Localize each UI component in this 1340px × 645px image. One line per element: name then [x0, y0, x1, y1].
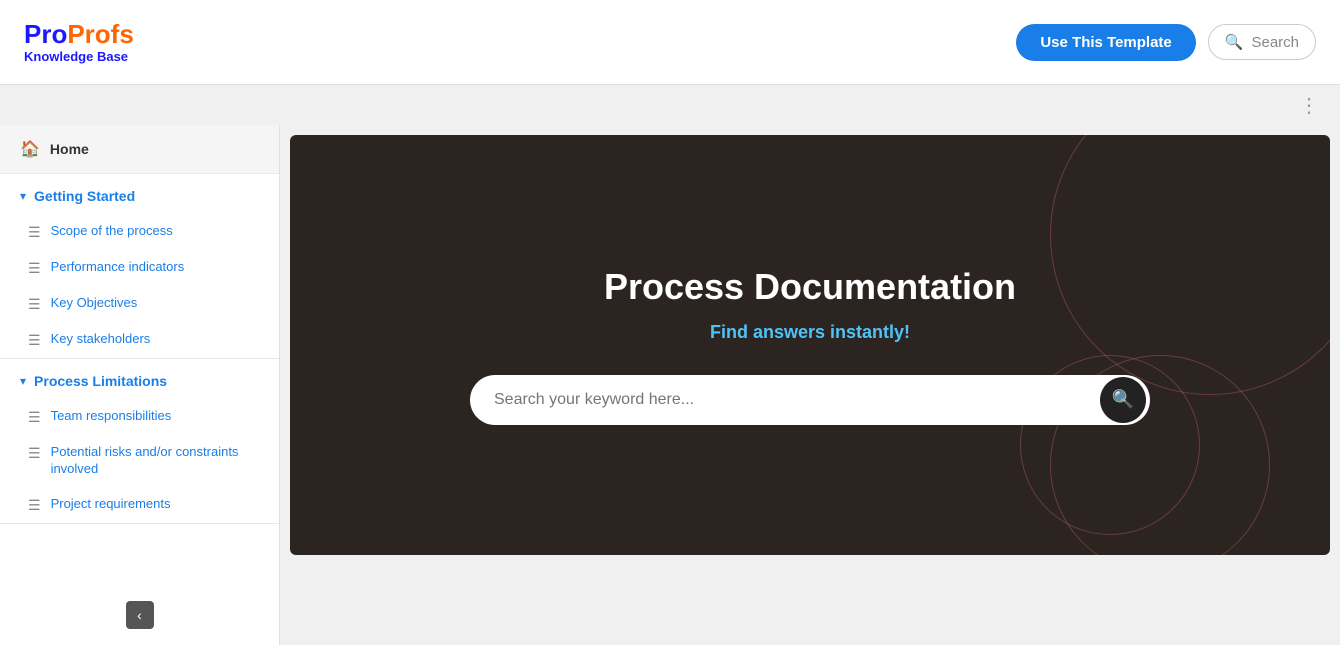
doc-icon: ☰ — [28, 445, 41, 462]
header-search-box[interactable]: 🔍 Search — [1208, 24, 1316, 60]
hero-search-container: 🔍 — [470, 375, 1150, 425]
hero-title: Process Documentation — [604, 266, 1016, 308]
sidebar-section-getting-started-header[interactable]: ▾ Getting Started — [0, 174, 279, 214]
logo: ProProfs Knowledge Base — [24, 20, 134, 65]
doc-icon: ☰ — [28, 332, 41, 349]
decorative-circle-1 — [1050, 135, 1330, 395]
sidebar-item-scope[interactable]: ☰ Scope of the process — [0, 214, 279, 250]
doc-icon: ☰ — [28, 260, 41, 277]
sidebar-item-performance[interactable]: ☰ Performance indicators — [0, 250, 279, 286]
sidebar-section-process-limitations-header[interactable]: ▾ Process Limitations — [0, 359, 279, 399]
doc-icon: ☰ — [28, 497, 41, 514]
sidebar-section-getting-started: ▾ Getting Started ☰ Scope of the process… — [0, 174, 279, 359]
hero-search-button[interactable]: 🔍 — [1100, 377, 1146, 423]
dots-icon: ⋮ — [1299, 93, 1320, 118]
sidebar-item-label-objectives: Key Objectives — [51, 295, 138, 312]
header: ProProfs Knowledge Base Use This Templat… — [0, 0, 1340, 85]
sidebar-item-label-scope: Scope of the process — [51, 223, 173, 240]
logo-pro-text: Pro — [24, 19, 67, 49]
sidebar-section-title-getting-started: Getting Started — [34, 188, 135, 204]
search-label: Search — [1251, 34, 1299, 51]
sidebar-item-home[interactable]: 🏠 Home — [0, 125, 279, 174]
search-icon: 🔍 — [1112, 389, 1134, 410]
search-icon: 🔍 — [1225, 33, 1244, 51]
header-actions: Use This Template 🔍 Search — [1016, 24, 1316, 61]
hero-search-input[interactable] — [470, 375, 1100, 425]
sidebar: 🏠 Home ▾ Getting Started ☰ Scope of the … — [0, 125, 280, 645]
doc-icon: ☰ — [28, 224, 41, 241]
hero-subtitle: Find answers instantly! — [710, 322, 910, 343]
use-template-button[interactable]: Use This Template — [1016, 24, 1195, 61]
dots-area: ⋮ — [0, 85, 1340, 125]
logo-profs-text: Profs — [67, 19, 133, 49]
sidebar-item-project-requirements[interactable]: ☰ Project requirements — [0, 487, 279, 523]
sidebar-item-label-stakeholders: Key stakeholders — [51, 331, 151, 348]
sidebar-item-label-team: Team responsibilities — [51, 408, 172, 425]
sidebar-item-label-risks: Potential risks and/or constraints invol… — [51, 444, 259, 478]
doc-icon: ☰ — [28, 296, 41, 313]
sidebar-item-label-performance: Performance indicators — [51, 259, 185, 276]
sidebar-section-process-limitations: ▾ Process Limitations ☰ Team responsibil… — [0, 359, 279, 524]
main-layout: 🏠 Home ▾ Getting Started ☰ Scope of the … — [0, 125, 1340, 645]
content-area: Process Documentation Find answers insta… — [280, 125, 1340, 645]
chevron-down-icon: ▾ — [20, 189, 26, 203]
sidebar-item-stakeholders[interactable]: ☰ Key stakeholders — [0, 322, 279, 358]
sidebar-collapse-button[interactable]: ‹ — [126, 601, 154, 629]
sidebar-item-team-responsibilities[interactable]: ☰ Team responsibilities — [0, 399, 279, 435]
home-icon: 🏠 — [20, 139, 40, 159]
sidebar-item-risks[interactable]: ☰ Potential risks and/or constraints inv… — [0, 435, 279, 487]
sidebar-item-label-requirements: Project requirements — [51, 496, 171, 513]
sidebar-section-title-process-limitations: Process Limitations — [34, 373, 167, 389]
logo-subtitle: Knowledge Base — [24, 50, 134, 64]
doc-icon: ☰ — [28, 409, 41, 426]
home-label: Home — [50, 141, 89, 157]
hero-banner: Process Documentation Find answers insta… — [290, 135, 1330, 555]
sidebar-item-objectives[interactable]: ☰ Key Objectives — [0, 286, 279, 322]
chevron-down-icon: ▾ — [20, 374, 26, 388]
